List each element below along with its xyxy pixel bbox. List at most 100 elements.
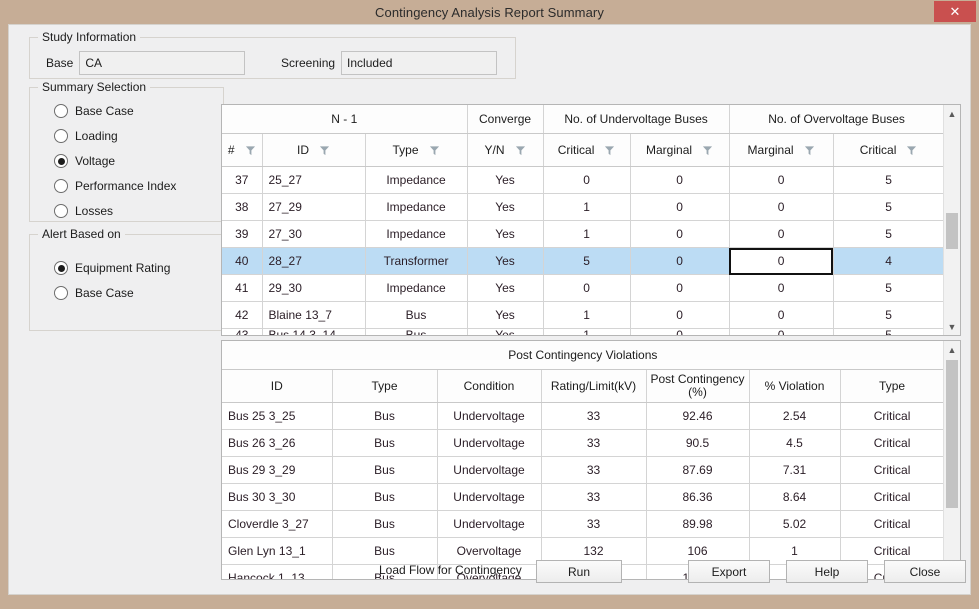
cell-uv-critical[interactable]: 1 xyxy=(543,302,630,329)
radio-summary-performance-index[interactable]: Performance Index xyxy=(54,179,176,193)
cell-post-contingency[interactable]: 87.69 xyxy=(646,457,749,484)
filter-icon[interactable] xyxy=(429,145,440,156)
cell-type[interactable]: Transformer xyxy=(365,248,467,275)
cell-converge[interactable]: Yes xyxy=(467,302,543,329)
cell-type[interactable]: Impedance xyxy=(365,221,467,248)
cell-condition[interactable]: Undervoltage xyxy=(437,403,541,430)
cell-id[interactable]: Cloverdle 3_27 xyxy=(222,511,332,538)
column-header-overvoltage-marginal[interactable]: Marginal xyxy=(729,134,833,167)
cell-severity[interactable]: Critical xyxy=(840,511,944,538)
column-header-number[interactable]: # xyxy=(222,134,262,167)
cell-uv-critical[interactable]: 5 xyxy=(543,248,630,275)
cell-converge[interactable]: Yes xyxy=(467,221,543,248)
cell-uv-marginal[interactable]: 0 xyxy=(630,221,729,248)
filter-icon[interactable] xyxy=(515,145,526,156)
cell-percent-violation[interactable]: 5.02 xyxy=(749,511,840,538)
cell-type[interactable]: Impedance xyxy=(365,194,467,221)
table-row[interactable]: Bus 26 3_26 Bus Undervoltage 33 90.5 4.5… xyxy=(222,430,944,457)
cell-id[interactable]: 28_27 xyxy=(262,248,365,275)
cell-ov-critical[interactable]: 4 xyxy=(833,248,944,275)
cell-ov-critical[interactable]: 5 xyxy=(833,167,944,194)
cell-rating-limit[interactable]: 33 xyxy=(541,511,646,538)
cell-ov-marginal[interactable]: 0 xyxy=(729,221,833,248)
close-button[interactable]: Close xyxy=(884,560,966,583)
filter-icon[interactable] xyxy=(604,145,615,156)
cell-number[interactable]: 38 xyxy=(222,194,262,221)
radio-summary-voltage[interactable]: Voltage xyxy=(54,154,115,168)
scroll-up-arrow-icon[interactable]: ▲ xyxy=(944,341,960,358)
help-button[interactable]: Help xyxy=(786,560,868,583)
cell-ov-marginal[interactable]: 0 xyxy=(729,275,833,302)
cell-rating-limit[interactable]: 33 xyxy=(541,403,646,430)
cell-converge[interactable]: Yes xyxy=(467,167,543,194)
cell-rating-limit[interactable]: 33 xyxy=(541,430,646,457)
cell-type[interactable]: Impedance xyxy=(365,167,467,194)
column-header-overvoltage-critical[interactable]: Critical xyxy=(833,134,944,167)
cell-id[interactable]: Blaine 13_7 xyxy=(262,302,365,329)
cell-ov-marginal[interactable]: 0 xyxy=(729,194,833,221)
table-row[interactable]: Bus 30 3_30 Bus Undervoltage 33 86.36 8.… xyxy=(222,484,944,511)
cell-percent-violation[interactable]: 2.54 xyxy=(749,403,840,430)
scroll-up-arrow-icon[interactable]: ▲ xyxy=(944,105,960,122)
cell-ov-critical[interactable]: 5 xyxy=(833,275,944,302)
cell-condition[interactable]: Undervoltage xyxy=(437,511,541,538)
column-header-id[interactable]: ID xyxy=(222,370,332,403)
radio-alert-equipment-rating[interactable]: Equipment Rating xyxy=(54,261,170,275)
export-button[interactable]: Export xyxy=(688,560,770,583)
cell-id[interactable]: 27_29 xyxy=(262,194,365,221)
cell-id[interactable]: Bus 14 3_14 xyxy=(262,329,365,337)
contingency-grid-scrollbar[interactable]: ▲ ▼ xyxy=(943,105,960,335)
cell-id[interactable]: Bus 26 3_26 xyxy=(222,430,332,457)
cell-id[interactable]: 25_27 xyxy=(262,167,365,194)
cell-number[interactable]: 41 xyxy=(222,275,262,302)
column-header-undervoltage-critical[interactable]: Critical xyxy=(543,134,630,167)
cell-severity[interactable]: Critical xyxy=(840,457,944,484)
column-header-post-contingency[interactable]: Post Contingency (%) xyxy=(646,370,749,403)
cell-ov-marginal[interactable]: 0 xyxy=(729,302,833,329)
cell-ov-critical[interactable]: 5 xyxy=(833,221,944,248)
violations-grid-scrollbar[interactable]: ▲ ▼ xyxy=(943,341,960,579)
scrollbar-thumb[interactable] xyxy=(946,213,958,249)
column-header-percent-violation[interactable]: % Violation xyxy=(749,370,840,403)
table-row[interactable]: 39 27_30 Impedance Yes 1 0 0 5 xyxy=(222,221,944,248)
cell-ov-critical[interactable]: 5 xyxy=(833,329,944,337)
cell-type[interactable]: Bus xyxy=(365,329,467,337)
cell-converge[interactable]: Yes xyxy=(467,194,543,221)
run-button[interactable]: Run xyxy=(536,560,622,583)
cell-id[interactable]: 27_30 xyxy=(262,221,365,248)
cell-converge[interactable]: Yes xyxy=(467,248,543,275)
cell-uv-critical[interactable]: 1 xyxy=(543,194,630,221)
column-header-rating-limit[interactable]: Rating/Limit(kV) xyxy=(541,370,646,403)
column-header-undervoltage-marginal[interactable]: Marginal xyxy=(630,134,729,167)
cell-id[interactable]: Bus 29 3_29 xyxy=(222,457,332,484)
table-row[interactable]: Bus 29 3_29 Bus Undervoltage 33 87.69 7.… xyxy=(222,457,944,484)
screening-input[interactable] xyxy=(341,51,497,75)
cell-uv-critical[interactable]: 1 xyxy=(543,221,630,248)
filter-icon[interactable] xyxy=(702,145,713,156)
table-row-selected[interactable]: 40 28_27 Transformer Yes 5 0 0 4 xyxy=(222,248,944,275)
table-row[interactable]: 42 Blaine 13_7 Bus Yes 1 0 0 5 xyxy=(222,302,944,329)
cell-number[interactable]: 43 xyxy=(222,329,262,337)
cell-uv-marginal[interactable]: 0 xyxy=(630,248,729,275)
cell-uv-marginal[interactable]: 0 xyxy=(630,167,729,194)
cell-uv-critical[interactable]: 1 xyxy=(543,329,630,337)
cell-post-contingency[interactable]: 89.98 xyxy=(646,511,749,538)
cell-id[interactable]: Bus 25 3_25 xyxy=(222,403,332,430)
cell-ov-critical[interactable]: 5 xyxy=(833,194,944,221)
cell-type[interactable]: Impedance xyxy=(365,275,467,302)
cell-uv-critical[interactable]: 0 xyxy=(543,167,630,194)
table-row[interactable]: Bus 25 3_25 Bus Undervoltage 33 92.46 2.… xyxy=(222,403,944,430)
column-header-converge-yn[interactable]: Y/N xyxy=(467,134,543,167)
cell-severity[interactable]: Critical xyxy=(840,430,944,457)
cell-uv-marginal[interactable]: 0 xyxy=(630,302,729,329)
cell-post-contingency[interactable]: 92.46 xyxy=(646,403,749,430)
cell-percent-violation[interactable]: 4.5 xyxy=(749,430,840,457)
cell-uv-marginal[interactable]: 0 xyxy=(630,329,729,337)
window-close-button[interactable]: ✕ xyxy=(934,1,976,22)
radio-alert-base-case[interactable]: Base Case xyxy=(54,286,134,300)
cell-type[interactable]: Bus xyxy=(332,430,437,457)
column-header-condition[interactable]: Condition xyxy=(437,370,541,403)
cell-condition[interactable]: Undervoltage xyxy=(437,484,541,511)
cell-percent-violation[interactable]: 8.64 xyxy=(749,484,840,511)
cell-converge[interactable]: Yes xyxy=(467,275,543,302)
